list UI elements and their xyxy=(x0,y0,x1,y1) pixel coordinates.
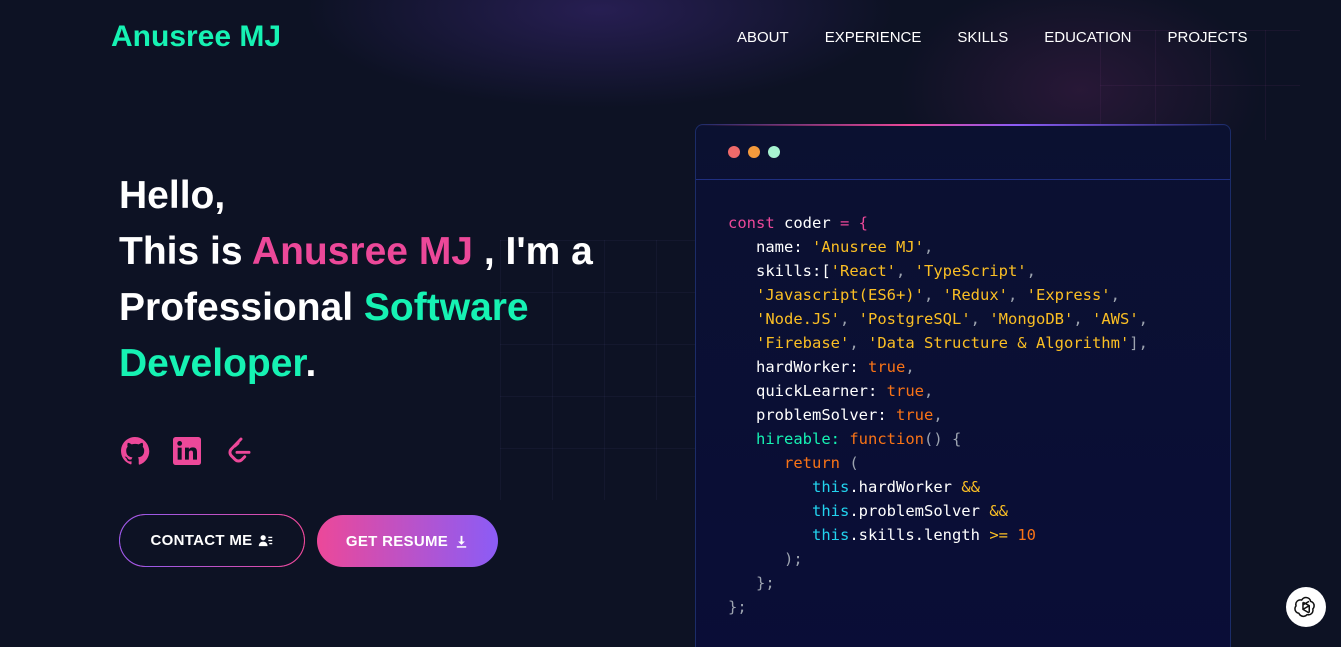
code-line: name: 'Anusree MJ', xyxy=(756,238,934,256)
contact-me-label: CONTACT ME xyxy=(150,532,253,549)
code-operator: && xyxy=(989,502,1008,520)
openai-icon xyxy=(1294,596,1315,618)
code-variable-name: coder xyxy=(774,214,840,232)
code-key-name: name: xyxy=(756,238,812,256)
code-property: .hardWorker xyxy=(849,478,952,496)
nav-experience[interactable]: EXPERIENCE xyxy=(807,29,940,47)
code-line: 'Node.JS', 'PostgreSQL', 'MongoDB', 'AWS… xyxy=(756,310,1149,328)
code-line: ); xyxy=(728,547,1148,571)
chat-assistant-button[interactable] xyxy=(1286,587,1326,627)
code-boolean: true xyxy=(895,406,934,424)
main-nav: ABOUT EXPERIENCE SKILLS EDUCATION PROJEC… xyxy=(719,29,1266,47)
hero-heading: Hello, This is Anusree MJ , I'm a Profes… xyxy=(119,168,659,392)
code-close-object: }; xyxy=(728,598,747,616)
code-string: 'TypeScript' xyxy=(914,262,1027,280)
code-number: 10 xyxy=(1017,526,1037,544)
code-paren: ( xyxy=(840,454,859,472)
hero-professional-text: Professional xyxy=(119,286,364,329)
code-return-keyword: return xyxy=(784,454,840,472)
code-line: 'Javascript(ES6+)', 'Redux', 'Express', xyxy=(756,286,1120,304)
code-string: 'Javascript(ES6+)' xyxy=(756,286,924,304)
hero-line-2: This is Anusree MJ , I'm a xyxy=(119,224,659,280)
code-operator: && xyxy=(961,478,980,496)
code-line: 'Firebase', 'Data Structure & Algorithm'… xyxy=(756,334,1148,352)
code-line: problemSolver: true, xyxy=(756,406,943,424)
code-boolean: true xyxy=(867,358,906,376)
code-close-function: }; xyxy=(756,574,775,592)
get-resume-label: GET RESUME xyxy=(345,532,449,550)
code-line: }; xyxy=(728,571,1148,595)
code-line: this.skills.length >= 10 xyxy=(728,523,1148,547)
site-logo[interactable]: Anusree MJ xyxy=(111,20,281,54)
code-property: .skills.length xyxy=(849,526,980,544)
code-string: 'Anusree MJ' xyxy=(812,238,924,256)
code-key-skills: skills:[ xyxy=(756,262,831,280)
code-key-problemsolver: problemSolver: xyxy=(756,406,896,424)
code-string: 'Express' xyxy=(1026,286,1111,304)
nav-skills[interactable]: SKILLS xyxy=(939,29,1026,47)
code-const-keyword: const xyxy=(728,214,775,232)
code-key-hardworker: hardWorker: xyxy=(756,358,868,376)
code-snippet: const coder = { name: 'Anusree MJ', skil… xyxy=(728,211,1148,619)
code-operator: >= xyxy=(989,526,1008,544)
leetcode-icon[interactable] xyxy=(223,435,255,467)
code-string: 'PostgreSQL' xyxy=(858,310,971,328)
code-key-quicklearner: quickLearner: xyxy=(756,382,887,400)
code-boolean: true xyxy=(886,382,924,400)
github-icon[interactable] xyxy=(119,435,151,467)
social-links xyxy=(119,435,255,467)
code-line: return ( xyxy=(728,451,1148,475)
code-string: 'React' xyxy=(830,262,896,280)
code-line: }; xyxy=(728,595,1148,619)
user-contact-icon xyxy=(259,535,273,547)
hero-im-text: , I'm a xyxy=(473,230,593,273)
code-this-keyword: this xyxy=(812,526,850,544)
hero-intro-text: This is xyxy=(119,230,252,273)
linkedin-icon[interactable] xyxy=(171,435,203,467)
code-assign: = { xyxy=(840,214,868,232)
code-line: quickLearner: true, xyxy=(756,382,934,400)
window-dots xyxy=(728,146,780,158)
card-top-accent xyxy=(696,124,1230,126)
portfolio-page: Anusree MJ ABOUT EXPERIENCE SKILLS EDUCA… xyxy=(0,0,1341,647)
nav-education[interactable]: EDUCATION xyxy=(1026,29,1149,47)
window-dot-green xyxy=(768,146,780,158)
code-string: 'AWS' xyxy=(1092,310,1139,328)
code-editor-card: const coder = { name: 'Anusree MJ', skil… xyxy=(695,124,1231,647)
code-line: skills:['React', 'TypeScript', xyxy=(756,262,1036,280)
window-dot-red xyxy=(728,146,740,158)
hero-name: Anusree MJ xyxy=(251,230,473,273)
code-this-keyword: this xyxy=(812,478,850,496)
hero-line-4: Developer. xyxy=(119,336,659,392)
code-this-keyword: this xyxy=(812,502,850,520)
code-property: .problemSolver xyxy=(849,502,980,520)
code-string: 'Node.JS' xyxy=(756,310,840,328)
hero-role-developer: Developer xyxy=(119,342,306,385)
code-close-paren: ); xyxy=(784,550,803,568)
card-divider xyxy=(696,179,1230,180)
hero-line-3: Professional Software xyxy=(119,280,659,336)
get-resume-button[interactable]: GET RESUME xyxy=(317,515,498,567)
contact-me-button[interactable]: CONTACT ME xyxy=(119,514,305,567)
code-line: hireable: function() { xyxy=(728,427,1148,451)
code-function-keyword: function xyxy=(849,430,924,448)
nav-about[interactable]: ABOUT xyxy=(719,29,807,47)
hero-role-software: Software xyxy=(363,286,529,329)
code-key-hireable: hireable: xyxy=(756,430,850,448)
download-icon xyxy=(456,535,467,548)
window-dot-orange xyxy=(748,146,760,158)
code-string: 'MongoDB' xyxy=(989,310,1074,328)
code-line: this.hardWorker && xyxy=(728,475,1148,499)
code-string: 'Data Structure & Algorithm' xyxy=(868,334,1130,352)
nav-projects[interactable]: PROJECTS xyxy=(1150,29,1266,47)
code-string: 'Firebase' xyxy=(756,334,850,352)
hero-line-1: Hello, xyxy=(119,174,226,217)
hero-period: . xyxy=(305,342,317,385)
code-function-paren: () { xyxy=(923,430,962,448)
code-line: hardWorker: true, xyxy=(756,358,915,376)
code-string: 'Redux' xyxy=(942,286,1008,304)
code-line: this.problemSolver && xyxy=(728,499,1148,523)
code-line: const coder = { xyxy=(728,211,1148,235)
